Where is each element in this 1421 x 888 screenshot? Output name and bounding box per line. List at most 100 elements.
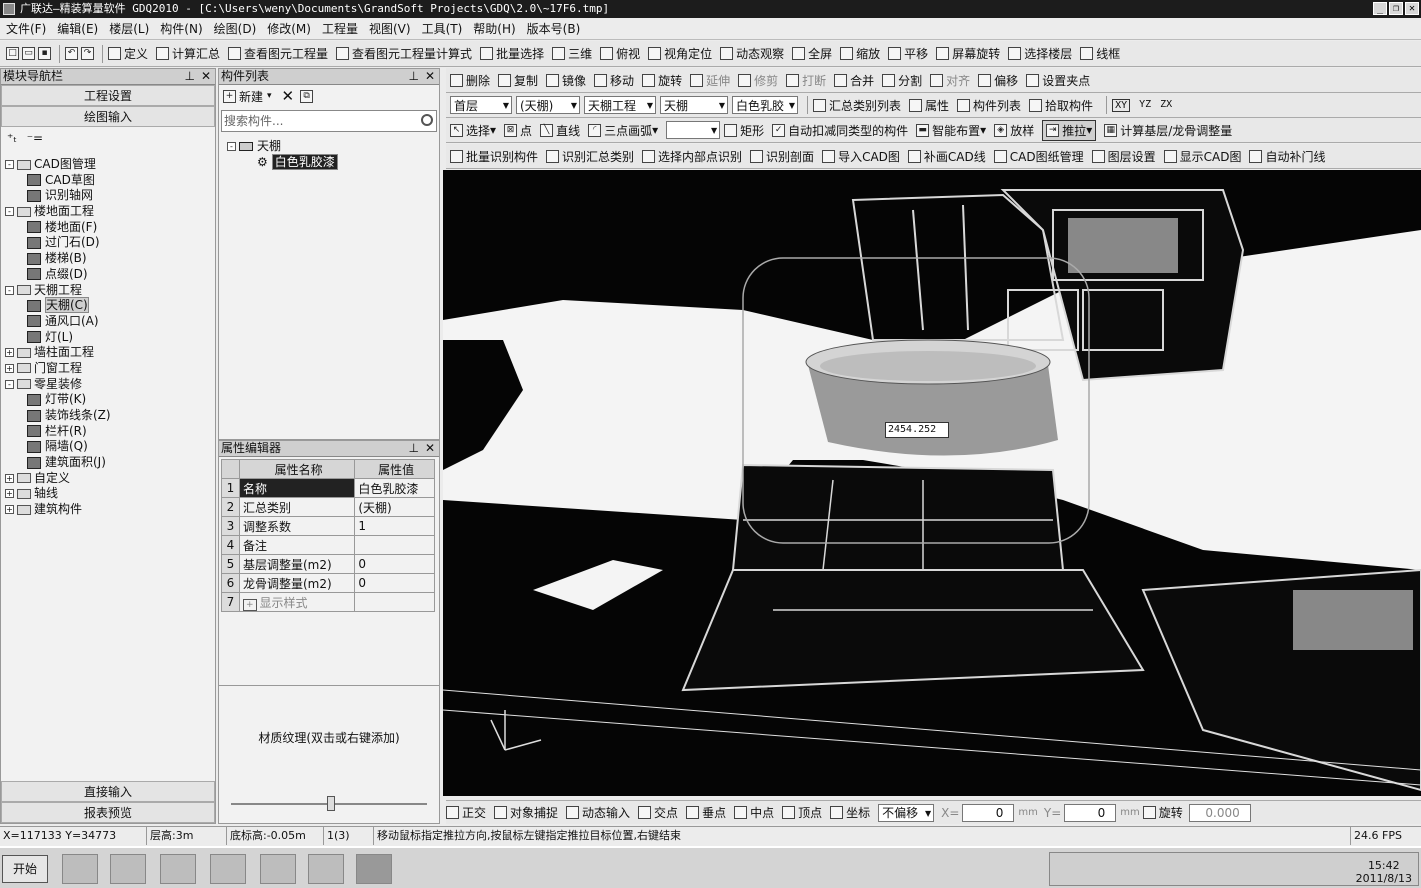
toolbar-button-8[interactable]: 动态观察 — [720, 45, 784, 62]
menu-item-8[interactable]: 工具(T) — [422, 20, 463, 37]
close-icon[interactable]: ✕ — [425, 69, 435, 84]
tree-node[interactable]: 通风口(A) — [5, 314, 210, 330]
qq-icon[interactable] — [110, 854, 146, 884]
tree-node[interactable]: 楼梯(B) — [5, 251, 210, 267]
cad-button-1[interactable]: 识别汇总类别 — [546, 148, 634, 165]
snap-item-7[interactable]: 坐标 — [830, 804, 870, 821]
tree-node[interactable]: + 自定义 — [5, 471, 210, 487]
toolbar-button-3[interactable]: 查看图元工程量计算式 — [336, 45, 472, 62]
pin-icon[interactable]: ⊥ — [409, 441, 419, 456]
x-input[interactable]: 0 — [962, 803, 1015, 822]
arc-mode-select[interactable]: ▼ — [666, 121, 721, 139]
rectangle-button[interactable]: 矩形 — [724, 122, 764, 139]
toolbar-button-5[interactable]: 三维 — [552, 45, 592, 62]
cad-button-0[interactable]: 批量识别构件 — [450, 148, 538, 165]
expand-icon[interactable]: + — [5, 363, 14, 373]
snap-item-3[interactable]: 交点 — [638, 804, 678, 821]
cad-drawing[interactable] — [443, 170, 1421, 796]
new-component-button[interactable]: 新建 — [239, 88, 263, 105]
close-icon[interactable]: ✕ — [425, 441, 435, 456]
floor-button-2[interactable]: 构件列表 — [957, 97, 1021, 114]
edit-button-1[interactable]: 复制 — [498, 72, 538, 89]
category-select[interactable]: (天棚) ▼ — [516, 96, 580, 114]
edit-button-6[interactable]: 修剪 — [738, 72, 778, 89]
tree-node[interactable]: - CAD图管理 — [5, 157, 210, 173]
select-button[interactable]: ↖ 选择 ▾ — [450, 122, 496, 139]
expand-all-icon[interactable]: ⁺ₜ — [7, 131, 17, 145]
collapse-icon[interactable]: - — [5, 207, 14, 217]
menu-item-7[interactable]: 视图(V) — [369, 20, 411, 37]
toolbar-button-1[interactable]: 计算汇总 — [156, 45, 220, 62]
toolbar-button-13[interactable]: 选择楼层 — [1008, 45, 1072, 62]
tree-node[interactable]: 栏杆(R) — [5, 424, 210, 440]
tree-node[interactable]: 灯带(K) — [5, 392, 210, 408]
property-value[interactable]: 白色乳胶漆 — [354, 478, 435, 498]
component-tree-item[interactable]: ⚙ 白色乳胶漆 — [227, 153, 431, 171]
cad-button-2[interactable]: 选择内部点识别 — [642, 148, 742, 165]
snap-item-5[interactable]: 中点 — [734, 804, 774, 821]
expand-icon[interactable]: + — [243, 598, 257, 611]
tree-node[interactable]: CAD草图 — [5, 173, 210, 189]
cad-button-6[interactable]: CAD图纸管理 — [993, 148, 1084, 165]
direct-input-button[interactable]: 直接输入 — [1, 781, 215, 802]
edit-button-5[interactable]: 延伸 — [690, 72, 730, 89]
toolbar-button-14[interactable]: 线框 — [1080, 45, 1120, 62]
save-icon[interactable]: ▪ — [38, 47, 51, 60]
component-select[interactable]: 白色乳胶 ▼ — [732, 96, 798, 114]
toolbar-button-4[interactable]: 批量选择 — [480, 45, 544, 62]
menu-item-9[interactable]: 帮助(H) — [473, 20, 515, 37]
tree-node[interactable]: + 建筑构件 — [5, 502, 210, 518]
edit-button-12[interactable]: 设置夹点 — [1026, 72, 1090, 89]
tree-node[interactable]: 点缀(D) — [5, 267, 210, 283]
floor-button-1[interactable]: 属性 — [909, 97, 949, 114]
menu-item-6[interactable]: 工程量 — [322, 20, 358, 37]
menu-item-2[interactable]: 楼层(L) — [109, 20, 149, 37]
expand-icon[interactable]: + — [5, 348, 14, 358]
drawing-canvas[interactable]: 2454.252 — [443, 170, 1421, 796]
project-settings-button[interactable]: 工程设置 — [1, 85, 215, 106]
texture-area[interactable]: 材质纹理(双击或右键添加) — [219, 685, 439, 789]
tree-node[interactable]: + 门窗工程 — [5, 361, 210, 377]
property-row[interactable]: 2 汇总类别 (天棚) — [221, 497, 435, 517]
redo-icon[interactable]: ↷ — [81, 47, 94, 60]
property-row[interactable]: 6 龙骨调整量(m2) 0 — [221, 573, 435, 593]
dimension-input[interactable]: 2454.252 — [885, 422, 949, 438]
cad-button-7[interactable]: 图层设置 — [1091, 148, 1156, 165]
property-row[interactable]: 1 名称 白色乳胶漆 — [221, 478, 435, 498]
media-icon[interactable] — [260, 854, 296, 884]
edit-button-9[interactable]: 分割 — [882, 72, 922, 89]
restore-button[interactable]: ❐ — [1389, 2, 1403, 15]
app-icon-1[interactable] — [62, 854, 98, 884]
property-row[interactable]: 5 基层调整量(m2) 0 — [221, 554, 435, 574]
property-value[interactable]: 0 — [354, 573, 435, 593]
project-select[interactable]: 天棚工程 ▼ — [584, 96, 656, 114]
property-value[interactable] — [354, 535, 435, 555]
menu-item-5[interactable]: 修改(M) — [267, 20, 311, 37]
tree-node[interactable]: 楼地面(F) — [5, 220, 210, 236]
gdq-app-icon[interactable] — [356, 854, 392, 884]
line-button[interactable]: ╲ 直线 — [540, 122, 580, 139]
word-icon[interactable] — [210, 854, 246, 884]
component-search-input[interactable]: 搜索构件... — [221, 110, 437, 132]
tree-node[interactable]: 天棚(C) — [5, 297, 210, 314]
snap-item-0[interactable]: 正交 — [446, 804, 486, 821]
edit-button-11[interactable]: 偏移 — [978, 72, 1018, 89]
folder-icon[interactable] — [308, 854, 344, 884]
toolbar-button-12[interactable]: 屏幕旋转 — [936, 45, 1000, 62]
menu-item-3[interactable]: 构件(N) — [160, 20, 202, 37]
smart-layout-button[interactable]: ▬ 智能布置 ▾ — [916, 122, 986, 139]
toolbar-button-0[interactable]: 定义 — [108, 45, 148, 62]
tree-node[interactable]: + 墙柱面工程 — [5, 345, 210, 361]
type-select[interactable]: 天棚 ▼ — [660, 96, 728, 114]
pin-icon[interactable]: ⊥ — [185, 69, 195, 84]
cad-button-8[interactable]: 显示CAD图 — [1163, 148, 1241, 165]
extruded-ceiling-3d[interactable] — [805, 339, 1058, 456]
snap-item-4[interactable]: 垂点 — [686, 804, 726, 821]
edit-button-2[interactable]: 镜像 — [546, 72, 586, 89]
axis-0[interactable]: XY — [1112, 98, 1131, 112]
property-row[interactable]: 3 调整系数 1 — [221, 516, 435, 536]
ie-icon[interactable] — [160, 854, 196, 884]
calc-adjust-button[interactable]: ▦ 计算基层/龙骨调整量 — [1104, 122, 1232, 139]
search-icon[interactable] — [421, 114, 433, 126]
menu-item-1[interactable]: 编辑(E) — [57, 20, 98, 37]
